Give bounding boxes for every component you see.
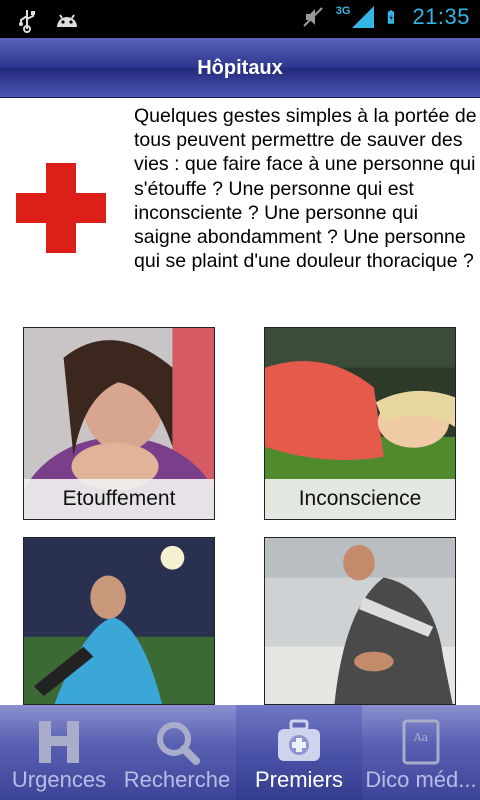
network-type: 3G	[335, 5, 351, 17]
status-bar: 3G 21:35	[0, 0, 480, 38]
svg-text:Aa: Aa	[413, 731, 429, 744]
battery-icon	[388, 10, 395, 24]
signal-icon	[352, 6, 375, 28]
usb-icon	[19, 10, 35, 33]
bottom-tab-bar: Urgences Recherche Premiers Aa Dico méd.…	[0, 705, 480, 800]
tile-label: Inconscience	[265, 479, 455, 519]
kitchen-photo	[265, 538, 455, 704]
tile-kitchen-bleeding[interactable]	[264, 537, 456, 705]
tile-etouffement[interactable]: Etouffement	[23, 327, 215, 520]
android-icon	[57, 14, 77, 27]
clock: 21:35	[412, 4, 470, 29]
search-icon	[157, 722, 200, 765]
first-aid-kit-icon	[278, 719, 320, 761]
tab-urgences[interactable]: Urgences	[0, 705, 118, 800]
tab-premiers[interactable]: Premiers	[236, 705, 362, 800]
tab-label: Dico méd...	[365, 767, 477, 792]
tab-label: Recherche	[123, 767, 231, 792]
red-cross-icon	[16, 163, 106, 253]
athlete-photo	[24, 538, 214, 704]
dictionary-icon: Aa	[402, 719, 440, 765]
intro-text: Quelques gestes simples à la portée de t…	[134, 105, 477, 273]
tile-sport-chest-pain[interactable]	[23, 537, 215, 705]
tab-dico[interactable]: Aa Dico méd...	[362, 705, 480, 800]
tab-recherche[interactable]: Recherche	[118, 705, 236, 800]
tile-label: Etouffement	[24, 479, 214, 519]
hospital-h-icon	[39, 721, 79, 763]
tile-inconscience[interactable]: Inconscience	[264, 327, 456, 520]
page-title: Hôpitaux	[0, 38, 480, 98]
tab-label: Urgences	[11, 767, 107, 792]
tab-label: Premiers	[254, 767, 343, 792]
mute-icon	[303, 7, 323, 27]
